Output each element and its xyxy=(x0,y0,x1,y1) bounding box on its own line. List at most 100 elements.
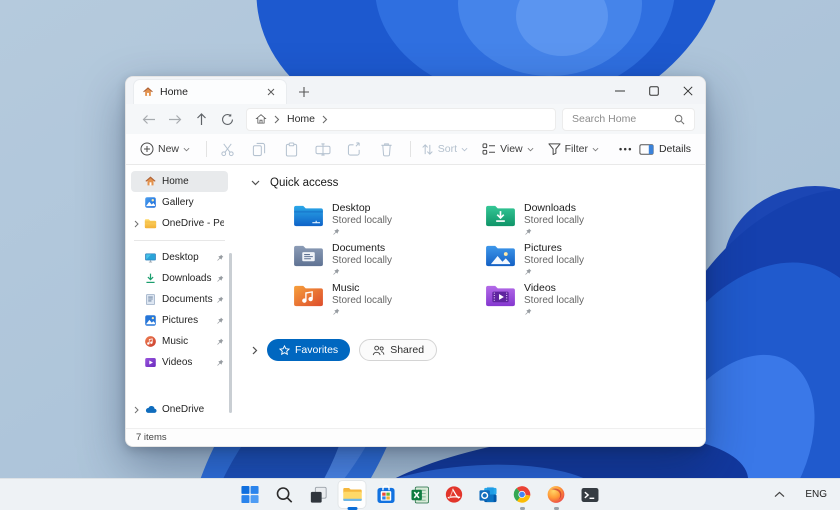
sidebar-item-music[interactable]: Music xyxy=(131,331,228,352)
share-button[interactable] xyxy=(344,138,365,160)
favorites-button[interactable]: Favorites xyxy=(267,339,351,361)
taskbar-terminal[interactable] xyxy=(577,481,604,508)
sort-icon xyxy=(422,143,433,155)
paste-button[interactable] xyxy=(281,138,302,160)
sidebar-item-desktop[interactable]: Desktop xyxy=(131,247,228,268)
quick-access-header[interactable]: Quick access xyxy=(251,177,705,189)
taskbar-store[interactable] xyxy=(373,481,400,508)
shared-button[interactable]: Shared xyxy=(359,339,438,361)
cut-icon xyxy=(221,143,234,156)
forward-button[interactable] xyxy=(162,107,188,131)
sidebar-item-onedrive[interactable]: OneDrive xyxy=(131,399,228,420)
pin-icon xyxy=(217,296,224,303)
copy-button[interactable] xyxy=(249,138,270,160)
taskbar-chrome[interactable] xyxy=(509,481,536,510)
rename-button[interactable] xyxy=(312,138,333,160)
sort-label: Sort xyxy=(437,143,458,155)
breadcrumb-segment-home[interactable]: Home xyxy=(287,113,315,125)
desktop-icon xyxy=(144,251,158,265)
language-indicator[interactable]: ENG xyxy=(805,489,827,500)
pin-icon xyxy=(333,308,340,315)
plus-circle-icon xyxy=(140,142,154,156)
sidebar-item-onedrive-personal[interactable]: OneDrive - Pers… xyxy=(131,213,228,234)
taskbar-file-explorer[interactable] xyxy=(338,481,366,510)
close-window-button[interactable] xyxy=(671,77,705,104)
navigation-sidebar: Home Gallery OneDrive - Pers… xyxy=(126,165,233,428)
new-button[interactable]: New xyxy=(140,142,190,156)
toolbar-divider xyxy=(206,141,207,157)
acrobat-icon xyxy=(445,486,463,503)
main-pane: Quick access Desktop Stored locally Down… xyxy=(233,165,705,428)
tile-videos[interactable]: Videos Stored locally xyxy=(485,282,677,322)
videos-icon xyxy=(144,356,158,370)
tray-chevron-up-icon[interactable] xyxy=(774,491,785,498)
sidebar-item-home[interactable]: Home xyxy=(131,171,228,192)
pin-icon xyxy=(333,268,340,275)
tile-documents[interactable]: Documents Stored locally xyxy=(293,242,485,282)
breadcrumb[interactable]: Home xyxy=(246,107,556,131)
minimize-button[interactable] xyxy=(603,77,637,104)
terminal-icon xyxy=(581,487,599,502)
sidebar-item-gallery[interactable]: Gallery xyxy=(131,192,228,213)
chevron-down-icon xyxy=(592,147,599,151)
breadcrumb-chevron-icon xyxy=(274,115,280,124)
start-button[interactable] xyxy=(237,481,264,508)
taskbar-excel[interactable] xyxy=(407,481,434,508)
refresh-icon xyxy=(221,113,233,125)
taskbar-acrobat[interactable] xyxy=(441,481,468,508)
folder-downloads-icon xyxy=(486,205,515,227)
copy-icon xyxy=(253,142,266,156)
pin-icon xyxy=(525,228,532,235)
taskbar-firefox[interactable] xyxy=(543,481,570,510)
details-label: Details xyxy=(658,143,692,155)
status-bar: 7 items xyxy=(126,428,705,446)
arrow-left-icon xyxy=(142,114,155,124)
delete-button[interactable] xyxy=(376,138,397,160)
sidebar-item-pictures[interactable]: Pictures xyxy=(131,310,228,331)
pin-icon xyxy=(333,228,340,235)
tab-home[interactable]: Home xyxy=(134,80,286,104)
documents-icon xyxy=(144,293,158,307)
cut-button[interactable] xyxy=(217,138,238,160)
sidebar-scrollbar[interactable] xyxy=(229,253,232,413)
chevron-right-icon[interactable] xyxy=(252,346,258,355)
taskbar: ENG xyxy=(0,478,840,510)
up-button[interactable] xyxy=(188,107,214,131)
details-button[interactable]: Details xyxy=(639,143,691,155)
maximize-button[interactable] xyxy=(637,77,671,104)
tile-pictures[interactable]: Pictures Stored locally xyxy=(485,242,677,282)
sidebar-item-downloads[interactable]: Downloads xyxy=(131,268,228,289)
tab-close-button[interactable] xyxy=(264,85,278,99)
maximize-icon xyxy=(649,85,659,96)
view-label: View xyxy=(500,143,523,155)
task-view-button[interactable] xyxy=(305,481,332,508)
view-button[interactable]: View xyxy=(482,143,534,155)
tile-downloads[interactable]: Downloads Stored locally xyxy=(485,202,677,242)
outlook-icon xyxy=(479,486,497,502)
tile-music[interactable]: Music Stored locally xyxy=(293,282,485,322)
chevron-right-icon[interactable] xyxy=(134,220,144,228)
back-button[interactable] xyxy=(136,107,162,131)
tab-strip: Home xyxy=(126,77,705,104)
refresh-button[interactable] xyxy=(214,107,240,131)
tile-desktop[interactable]: Desktop Stored locally xyxy=(293,202,485,242)
more-options-button[interactable]: ••• xyxy=(619,144,633,154)
star-icon xyxy=(279,344,290,355)
new-label: New xyxy=(158,143,180,155)
sort-button[interactable]: Sort xyxy=(421,143,468,156)
breadcrumb-chevron-icon xyxy=(322,115,328,124)
search-button[interactable] xyxy=(271,481,298,508)
sidebar-item-documents[interactable]: Documents xyxy=(131,289,228,310)
chevron-right-icon[interactable] xyxy=(134,406,144,414)
caption-controls xyxy=(603,77,705,104)
people-icon xyxy=(372,345,385,355)
search-input[interactable]: Search Home xyxy=(562,107,695,131)
search-placeholder: Search Home xyxy=(572,113,637,125)
new-tab-button[interactable] xyxy=(292,80,316,104)
pin-icon xyxy=(217,254,224,261)
sidebar-item-videos[interactable]: Videos xyxy=(131,352,228,373)
filter-button[interactable]: Filter xyxy=(548,143,599,155)
taskbar-outlook[interactable] xyxy=(475,481,502,508)
plus-icon xyxy=(299,87,309,97)
share-icon xyxy=(348,142,360,156)
